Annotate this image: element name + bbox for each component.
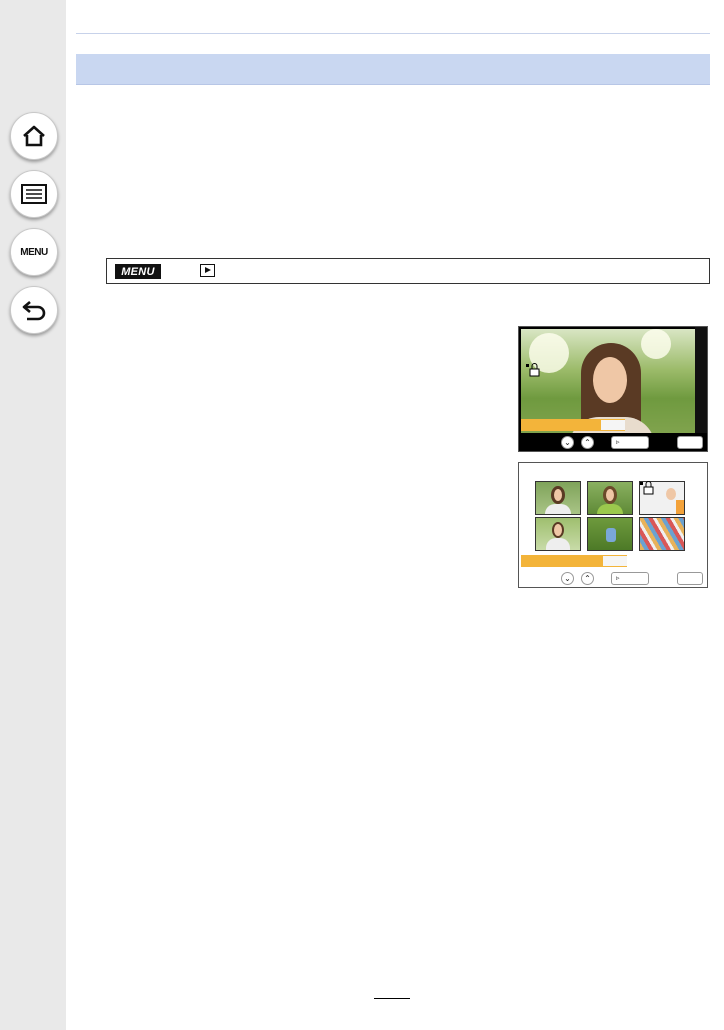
thumbnail[interactable] (587, 517, 633, 551)
protect-lock-icon (526, 363, 542, 377)
down-button-icon[interactable]: ⌄ (561, 436, 574, 449)
play-button-icon[interactable]: ▹ (611, 572, 649, 585)
thumbnail[interactable] (535, 481, 581, 515)
down-button-icon[interactable]: ⌄ (561, 572, 574, 585)
thumbnail[interactable] (535, 517, 581, 551)
selection-bar (521, 555, 627, 567)
page-number-rule (374, 998, 410, 999)
camera-screen-multi: ⌄ ⌃ ▹ (518, 462, 708, 588)
back-button[interactable] (10, 286, 58, 334)
menu-badge: MENU (115, 264, 161, 279)
list-icon (21, 184, 47, 204)
selection-bar (521, 419, 625, 431)
set-button-icon[interactable] (677, 572, 703, 585)
up-button-icon[interactable]: ⌃ (581, 572, 594, 585)
protect-lock-icon (640, 481, 656, 495)
top-rule (76, 33, 710, 34)
contents-button[interactable] (10, 170, 58, 218)
playback-icon (200, 264, 215, 277)
thumbnail[interactable] (639, 517, 685, 551)
control-row: ⌄ ⌃ ▹ (519, 569, 707, 587)
menu-button[interactable]: MENU (10, 228, 58, 276)
section-title-banner (76, 54, 710, 85)
up-button-icon[interactable]: ⌃ (581, 436, 594, 449)
camera-screen-single: ⌄ ⌃ ▹ (518, 326, 708, 452)
back-arrow-icon (22, 301, 46, 321)
play-button-icon[interactable]: ▹ (611, 436, 649, 449)
menu-label: MENU (20, 246, 48, 258)
control-row: ⌄ ⌃ ▹ (519, 433, 707, 451)
sidebar: MENU (0, 0, 66, 1030)
home-button[interactable] (10, 112, 58, 160)
set-button-icon[interactable] (677, 436, 703, 449)
menu-path-box: MENU (106, 258, 710, 284)
thumbnail[interactable] (587, 481, 633, 515)
home-icon (23, 125, 45, 147)
